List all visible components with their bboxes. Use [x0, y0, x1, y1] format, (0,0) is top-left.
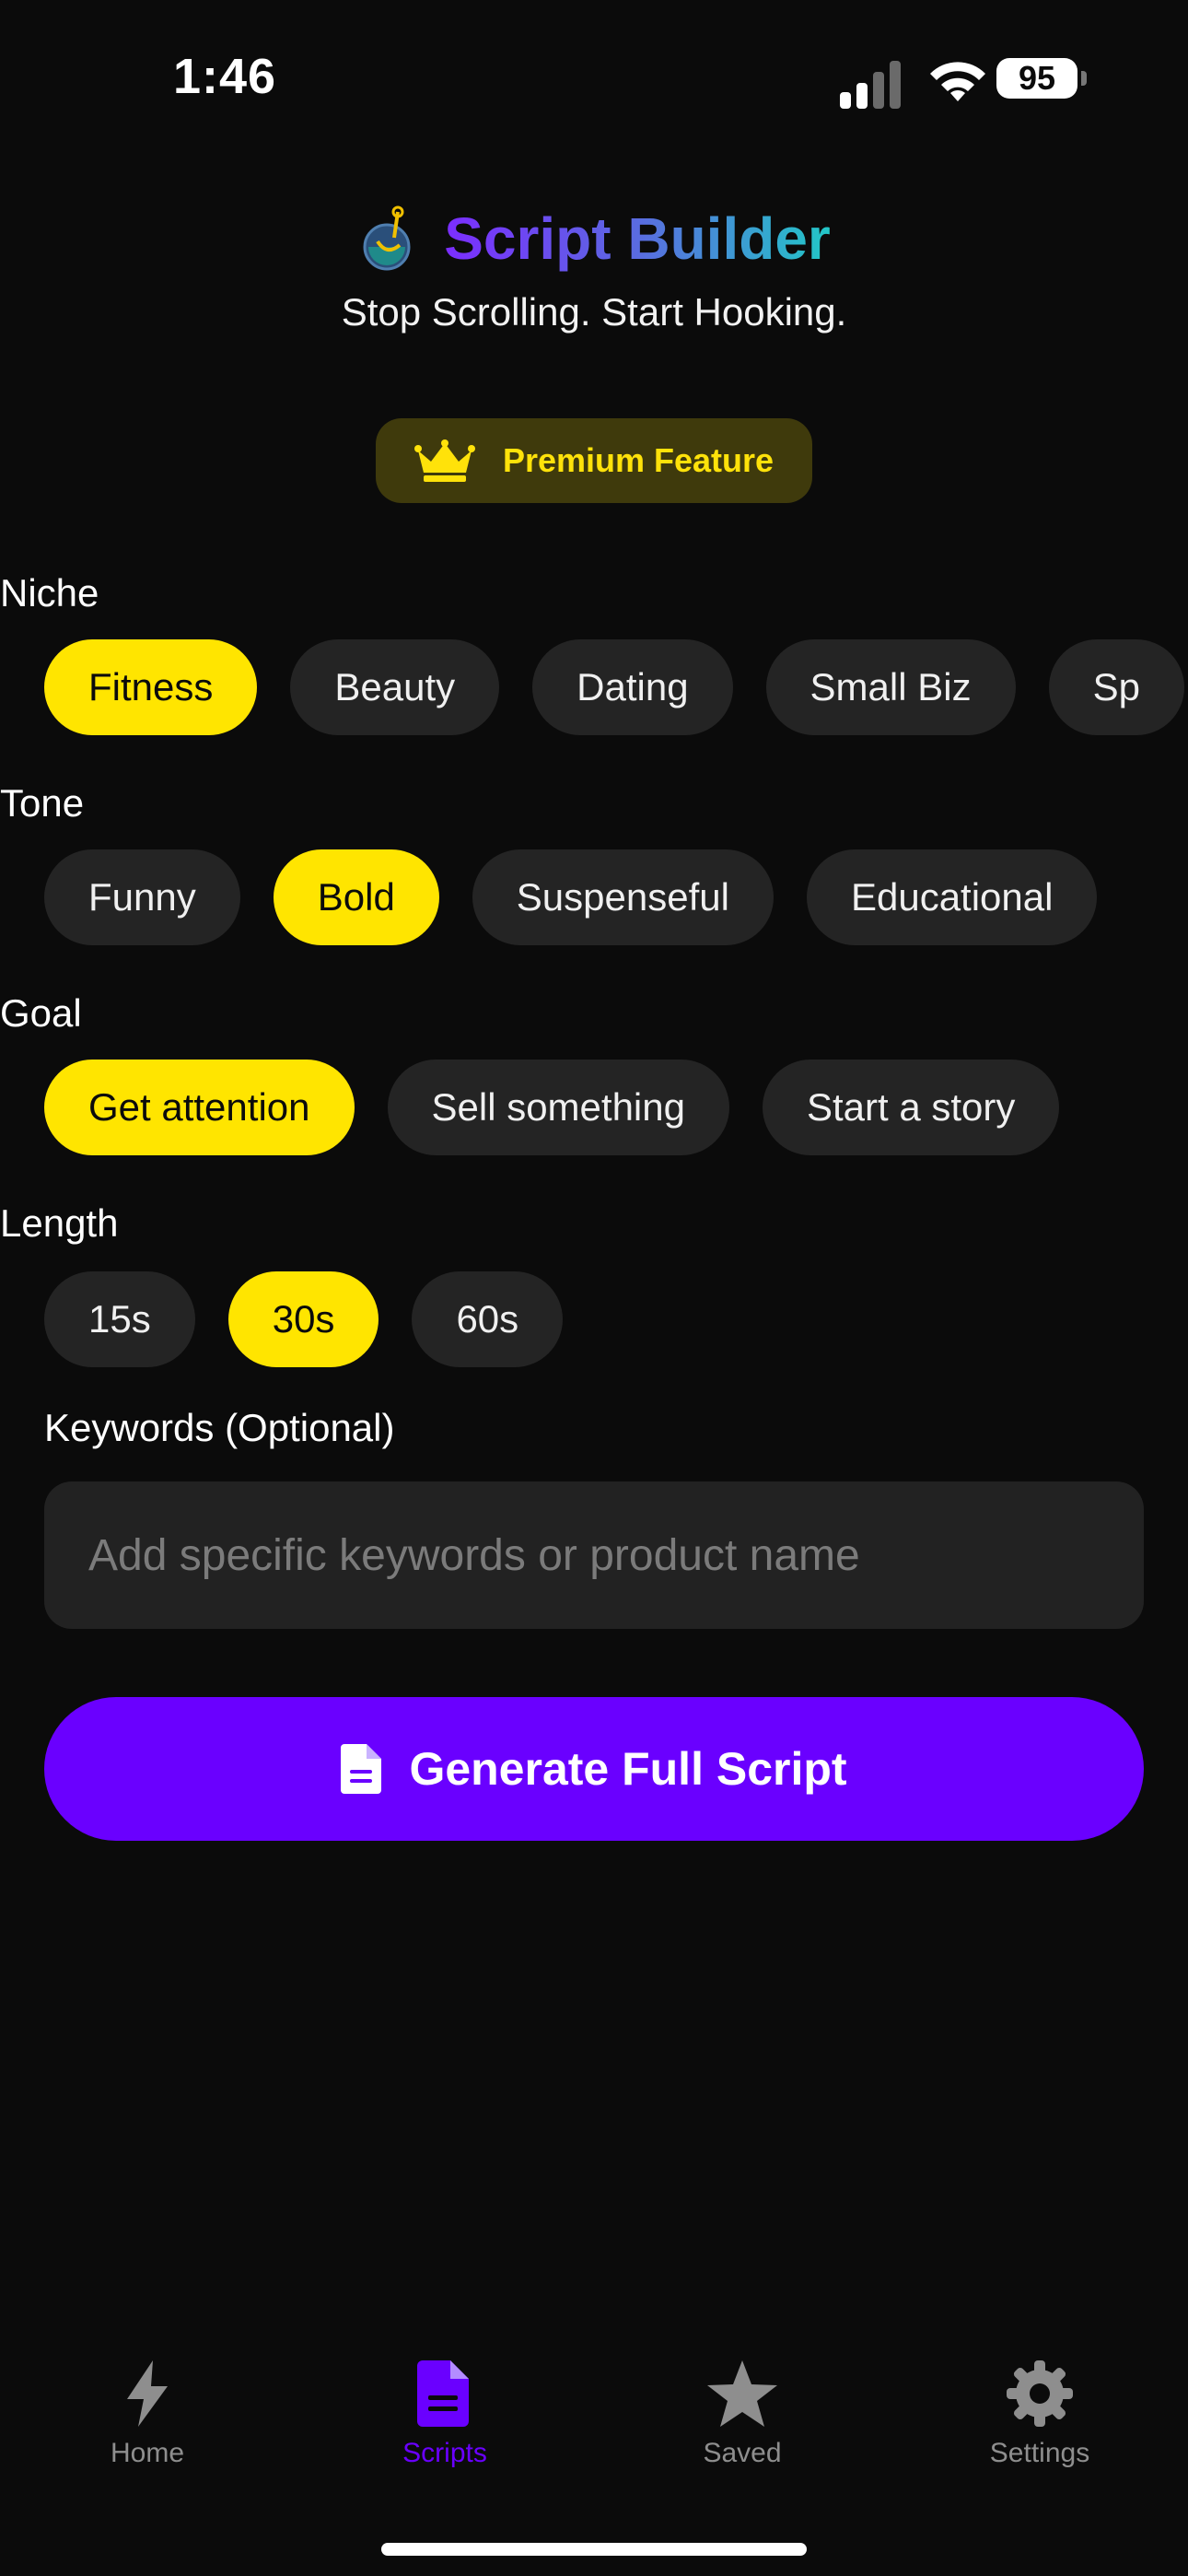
home-indicator[interactable] — [381, 2543, 807, 2556]
app-title: Script Builder — [444, 205, 831, 272]
length-chip-60s[interactable]: 60s — [412, 1271, 564, 1367]
length-options: 15s 30s 60s — [44, 1271, 564, 1367]
tab-home-label: Home — [110, 2438, 185, 2468]
tab-scripts-label: Scripts — [402, 2438, 487, 2468]
generate-button-label: Generate Full Script — [409, 1743, 847, 1795]
goal-chip-start-a-story[interactable]: Start a story — [762, 1060, 1060, 1155]
niche-label: Niche — [0, 571, 99, 615]
generate-full-script-button[interactable]: Generate Full Script — [44, 1697, 1144, 1841]
tone-chip-educational[interactable]: Educational — [806, 849, 1098, 945]
length-label: Length — [0, 1201, 119, 1245]
cellular-signal-icon — [840, 53, 904, 109]
tab-saved[interactable]: Saved — [650, 2357, 834, 2469]
tone-chip-bold[interactable]: Bold — [273, 849, 439, 945]
title-row: Script Builder — [357, 205, 831, 273]
fishing-hook-logo-icon — [363, 205, 411, 271]
premium-feature-badge: Premium Feature — [376, 418, 812, 503]
goal-label: Goal — [0, 991, 82, 1035]
goal-chip-get-attention[interactable]: Get attention — [44, 1060, 355, 1155]
niche-chip-small-biz[interactable]: Small Biz — [765, 639, 1016, 735]
battery-tip — [1081, 71, 1087, 86]
crown-icon — [413, 439, 475, 482]
gear-icon — [1007, 2360, 1073, 2427]
status-indicators: 95 — [840, 53, 1089, 109]
goal-chip-sell-something[interactable]: Sell something — [387, 1060, 729, 1155]
tone-chip-suspenseful[interactable]: Suspenseful — [472, 849, 774, 945]
keywords-label: Keywords (Optional) — [44, 1406, 395, 1449]
header: Script Builder Stop Scrolling. Start Hoo… — [0, 205, 1188, 334]
tab-settings[interactable]: Settings — [948, 2357, 1132, 2469]
keywords-input[interactable] — [44, 1481, 1144, 1629]
niche-chip-fitness[interactable]: Fitness — [44, 639, 258, 735]
tagline: Stop Scrolling. Start Hooking. — [341, 290, 847, 334]
niche-chip-beauty[interactable]: Beauty — [290, 639, 500, 735]
niche-chip-partial[interactable]: Sp — [1048, 639, 1184, 735]
tab-bar: Home Scripts Saved Settings — [0, 2357, 1188, 2486]
document-icon — [417, 2360, 469, 2427]
premium-label: Premium Feature — [502, 441, 775, 479]
bolt-icon — [127, 2360, 168, 2427]
niche-options: Fitness Beauty Dating Small Biz Sp — [44, 639, 1184, 735]
document-icon — [341, 1744, 382, 1794]
tone-options: Funny Bold Suspenseful Educational — [44, 849, 1098, 945]
tab-settings-label: Settings — [989, 2438, 1090, 2468]
tab-home[interactable]: Home — [55, 2357, 239, 2469]
star-icon — [707, 2360, 777, 2427]
status-time: 1:46 — [173, 49, 277, 104]
goal-options: Get attention Sell something Start a sto… — [44, 1060, 1060, 1155]
length-chip-30s[interactable]: 30s — [227, 1271, 379, 1367]
wifi-icon — [930, 62, 985, 101]
tab-scripts[interactable]: Scripts — [353, 2357, 537, 2469]
niche-chip-dating[interactable]: Dating — [532, 639, 733, 735]
battery-level: 95 — [996, 58, 1077, 99]
tone-label: Tone — [0, 781, 85, 825]
tone-chip-funny[interactable]: Funny — [44, 849, 240, 945]
length-chip-15s[interactable]: 15s — [44, 1271, 195, 1367]
tab-saved-label: Saved — [703, 2438, 782, 2468]
